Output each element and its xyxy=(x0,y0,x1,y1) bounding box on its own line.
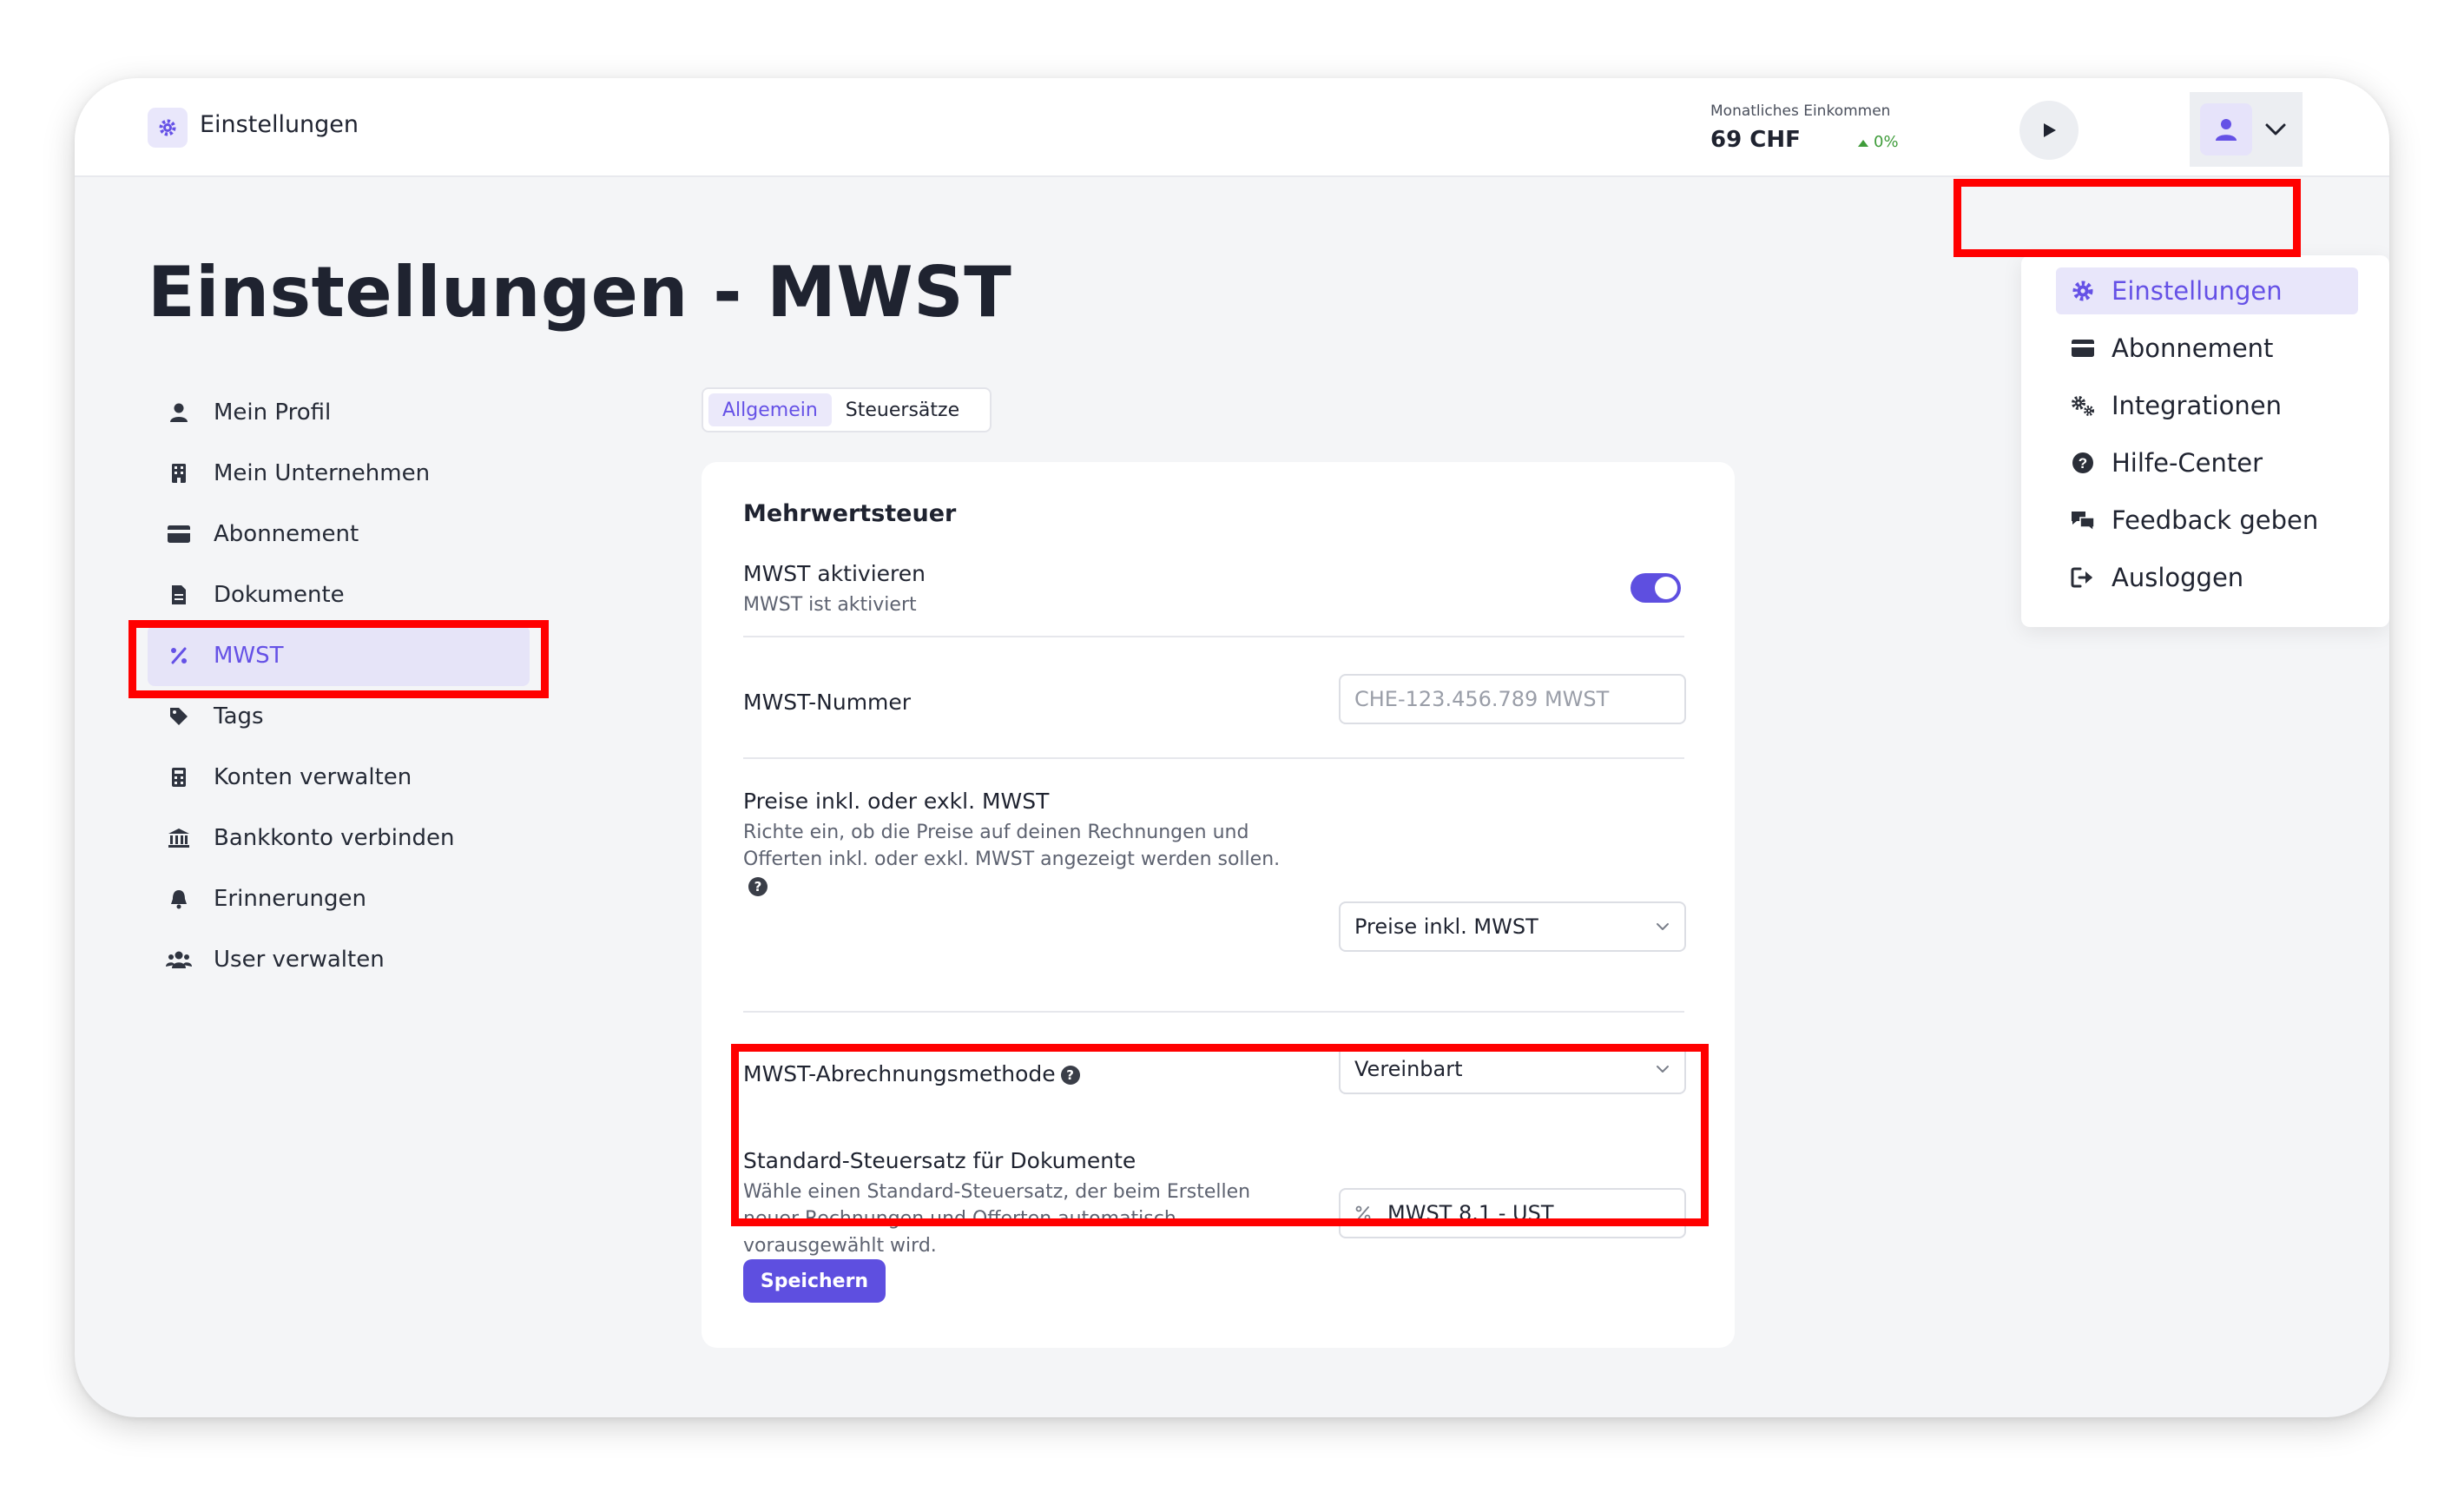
chevron-down-icon xyxy=(1655,921,1670,932)
sidebar-item-abonnement[interactable]: Abonnement xyxy=(148,504,530,564)
menu-item-label: Ausloggen xyxy=(2112,563,2244,592)
sidebar-item-tags[interactable]: Tags xyxy=(148,686,530,747)
gear-icon xyxy=(148,108,188,148)
price-mode-value: Preise inkl. MWST xyxy=(1354,914,1538,939)
sidebar-item-user-verwalten[interactable]: User verwalten xyxy=(148,929,530,990)
default-tax-rate-label: Standard-Steuersatz für Dokumente xyxy=(743,1148,1136,1173)
menu-item-label: Hilfe-Center xyxy=(2112,448,2263,478)
comments-icon xyxy=(2070,507,2096,533)
document-icon xyxy=(165,581,193,609)
building-icon xyxy=(165,459,193,487)
vat-activate-toggle[interactable] xyxy=(1631,573,1681,603)
divider xyxy=(743,1011,1684,1013)
vat-activate-status: MWST ist aktiviert xyxy=(743,594,917,616)
sidebar-item-dokumente[interactable]: Dokumente xyxy=(148,564,530,625)
gear-icon xyxy=(2070,278,2096,304)
question-icon[interactable]: ? xyxy=(1060,1066,1080,1085)
menu-item-label: Feedback geben xyxy=(2112,505,2319,535)
sidebar-item-label: Mein Profil xyxy=(214,399,332,426)
user-menu-button[interactable] xyxy=(2190,92,2303,167)
bell-icon xyxy=(165,885,193,913)
sidebar-item-label: Konten verwalten xyxy=(214,764,412,790)
user-icon xyxy=(2216,119,2237,141)
vat-activate-label: MWST aktivieren xyxy=(743,561,926,586)
menu-item-einstellungen[interactable]: Einstellungen xyxy=(2056,267,2358,314)
price-mode-select[interactable]: Preise inkl. MWST xyxy=(1339,901,1686,952)
play-icon xyxy=(2044,123,2056,137)
avatar xyxy=(2200,103,2252,155)
percent-icon xyxy=(165,642,193,670)
menu-item-hilfe-center[interactable]: ? Hilfe-Center xyxy=(2056,439,2358,486)
menu-item-integrationen[interactable]: Integrationen xyxy=(2056,382,2358,429)
toggle-knob xyxy=(1655,577,1677,599)
menu-item-label: Einstellungen xyxy=(2112,276,2283,306)
user-dropdown-menu: Einstellungen Abonnement Integrationen ?… xyxy=(2021,255,2389,627)
menu-item-label: Abonnement xyxy=(2112,333,2274,363)
svg-text:?: ? xyxy=(2079,455,2087,472)
accounting-method-select[interactable]: Vereinbart xyxy=(1339,1044,1686,1094)
save-button[interactable]: Speichern xyxy=(743,1259,886,1303)
accounting-method-value: Vereinbart xyxy=(1354,1057,1463,1081)
menu-item-feedback-geben[interactable]: Feedback geben xyxy=(2056,497,2358,544)
default-tax-rate-value: MWST 8.1 - UST xyxy=(1387,1201,1554,1225)
menu-item-abonnement[interactable]: Abonnement xyxy=(2056,325,2358,372)
sidebar-item-mwst[interactable]: MWST xyxy=(148,625,530,686)
vat-activate-row: MWST aktivieren MWST ist aktiviert xyxy=(743,561,1684,618)
bank-icon xyxy=(165,824,193,852)
play-button[interactable] xyxy=(2019,101,2079,160)
question-icon: ? xyxy=(2070,450,2096,476)
tag-icon xyxy=(165,703,193,730)
sidebar-item-mein-unternehmen[interactable]: Mein Unternehmen xyxy=(148,443,530,504)
sidebar-item-label: MWST xyxy=(214,643,284,669)
tab-allgemein[interactable]: Allgemein xyxy=(708,393,832,426)
income-label: Monatliches Einkommen xyxy=(1710,102,1891,120)
sidebar-item-konten-verwalten[interactable]: Konten verwalten xyxy=(148,747,530,808)
user-icon xyxy=(165,399,193,426)
accounting-method-label: MWST-Abrechnungsmethode xyxy=(743,1061,1056,1086)
price-mode-description: Richte ein, ob die Preise auf deinen Rec… xyxy=(743,822,1281,870)
price-mode-row: Preise inkl. oder exkl. MWST Richte ein,… xyxy=(743,789,1684,900)
default-tax-rate-description: Wähle einen Standard-Steuersatz, der bei… xyxy=(743,1181,1251,1257)
users-icon xyxy=(165,946,193,974)
page-title: Einstellungen - MWST xyxy=(148,252,1012,333)
sidebar-item-mein-profil[interactable]: Mein Profil xyxy=(148,382,530,443)
sidebar-item-erinnerungen[interactable]: Erinnerungen xyxy=(148,868,530,929)
arrow-up-icon xyxy=(1858,140,1868,147)
vat-number-input[interactable]: CHE-123.456.789 MWST xyxy=(1339,674,1686,724)
cogs-icon xyxy=(2070,393,2096,419)
monthly-income: Monatliches Einkommen 69 CHF 0% xyxy=(1710,102,1899,153)
calculator-icon xyxy=(165,763,193,791)
tab-steuersaetze[interactable]: Steuersätze xyxy=(832,393,973,426)
chevron-down-icon xyxy=(2264,122,2287,136)
settings-sidebar: Mein Profil Mein Unternehmen Abonnement … xyxy=(148,382,530,990)
top-bar: Einstellungen Monatliches Einkommen 69 C… xyxy=(75,78,2389,177)
chevron-down-icon xyxy=(1655,1064,1670,1074)
sidebar-item-label: Bankkonto verbinden xyxy=(214,825,455,851)
menu-item-ausloggen[interactable]: Ausloggen xyxy=(2056,554,2358,601)
price-mode-label: Preise inkl. oder exkl. MWST xyxy=(743,789,1050,814)
sidebar-item-bankkonto-verbinden[interactable]: Bankkonto verbinden xyxy=(148,808,530,868)
percent-icon xyxy=(1354,1205,1372,1222)
question-icon[interactable]: ? xyxy=(748,877,768,896)
income-value: 69 CHF xyxy=(1710,127,1801,153)
income-change: 0% xyxy=(1874,133,1899,151)
app-window: Einstellungen Monatliches Einkommen 69 C… xyxy=(75,78,2389,1417)
divider xyxy=(743,636,1684,637)
sidebar-item-label: Tags xyxy=(214,703,264,729)
vat-settings-card: Mehrwertsteuer MWST aktivieren MWST ist … xyxy=(702,462,1735,1348)
credit-card-icon xyxy=(2070,335,2096,361)
sidebar-item-label: Erinnerungen xyxy=(214,886,366,912)
divider xyxy=(743,757,1684,759)
sidebar-item-label: Abonnement xyxy=(214,521,359,547)
app-title: Einstellungen xyxy=(200,111,359,138)
default-tax-rate-select[interactable]: MWST 8.1 - UST xyxy=(1339,1188,1686,1238)
settings-tabs: Allgemein Steuersätze xyxy=(702,387,992,432)
logout-icon xyxy=(2070,564,2096,591)
sidebar-item-label: User verwalten xyxy=(214,947,385,973)
section-title: Mehrwertsteuer xyxy=(743,500,957,527)
menu-item-label: Integrationen xyxy=(2112,391,2283,420)
sidebar-item-label: Mein Unternehmen xyxy=(214,460,431,486)
sidebar-item-label: Dokumente xyxy=(214,582,345,608)
credit-card-icon xyxy=(165,520,193,548)
